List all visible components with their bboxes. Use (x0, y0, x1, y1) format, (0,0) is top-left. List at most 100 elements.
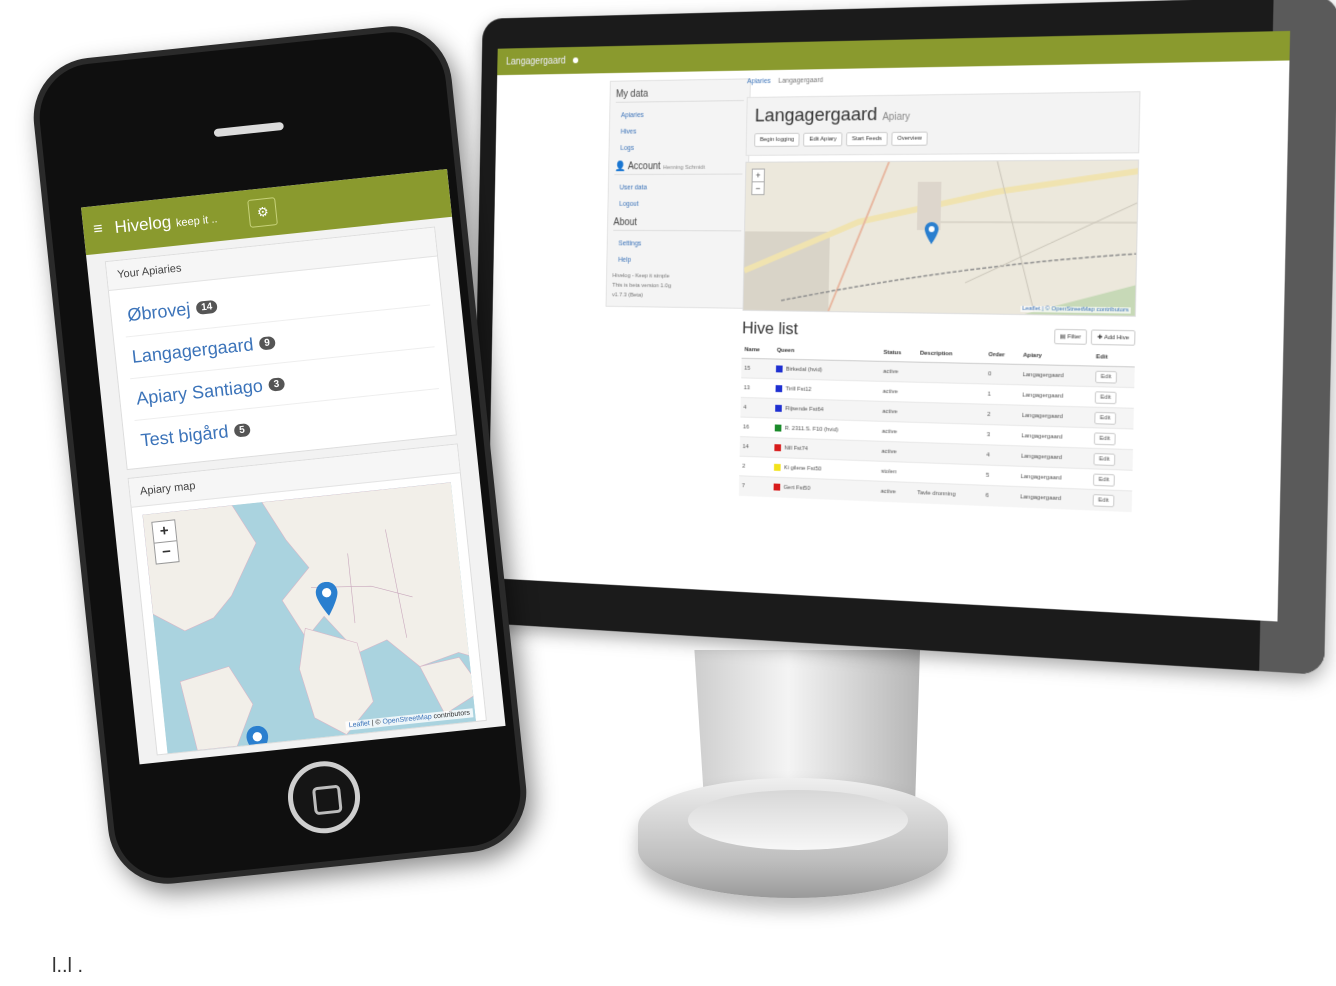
map-marker-icon[interactable] (315, 581, 340, 617)
sidebar-section-my-data: My data (616, 87, 744, 103)
edit-apiary-button[interactable]: Edit Apiary (803, 132, 842, 146)
sidebar-note: This is beta version 1.0g (612, 283, 740, 290)
table-cell-order: 6 (982, 486, 1017, 507)
table-cell-apiary: Langagergaard (1017, 487, 1090, 510)
map-zoom-out-button[interactable]: − (752, 182, 763, 194)
apiary-name: Øbrovej (127, 299, 192, 326)
edit-hive-button[interactable]: Edit (1093, 494, 1114, 507)
monitor-stand-base-top (688, 790, 908, 850)
world-map[interactable]: + − Leaflet | © OpenStreetMap contributo… (142, 482, 475, 753)
table-cell-description (916, 362, 985, 384)
hive-count-badge: 3 (268, 377, 285, 392)
hive-table-body: 15 Birkedal (hvid) active 0 Langagergaard Edi… (739, 358, 1135, 511)
map-marker-icon[interactable] (245, 725, 270, 754)
sidebar-account-label: Account (628, 161, 661, 172)
table-cell-name: 7 (739, 476, 772, 496)
apiary-map-tiles (743, 161, 1139, 316)
column-header[interactable]: Apiary (1020, 348, 1093, 366)
queen-name: Ki gilene Fst50 (784, 466, 822, 473)
table-cell-order: 2 (984, 404, 1019, 425)
queen-name: Flijsende Fst64 (785, 406, 824, 413)
edit-hive-button[interactable]: Edit (1094, 432, 1115, 445)
queen-color-swatch (776, 385, 783, 392)
table-cell-edit: Edit (1091, 449, 1133, 471)
queen-name: Tirill Fst12 (785, 387, 811, 394)
desktop-monitor: Langagergaard My data Apiaries Hives Log… (470, 0, 1336, 740)
sidebar-note: Hivelog - Keep it simple (612, 273, 740, 280)
attribution-leaflet-link[interactable]: Leaflet (349, 720, 371, 729)
table-cell-status: active (879, 401, 916, 422)
sidebar-link-logout[interactable]: Logout (619, 201, 736, 208)
phone-home-button[interactable] (284, 758, 363, 837)
brand-tagline: keep it .. (175, 213, 218, 229)
table-cell-name: 16 (740, 417, 773, 438)
apiary-list: Øbrovej 14 Langagergaard 9 Apiary Santia… (109, 256, 456, 469)
desktop-main: Apiaries Langagergaard Langagergaard Api… (739, 72, 1141, 512)
apiary-map[interactable]: + − Leaflet | © OpenStreetMap contributo… (743, 160, 1140, 317)
apiaries-card: Your Apiaries Øbrovej 14 Langagergaard 9… (105, 227, 457, 471)
desktop-gear-icon[interactable] (573, 57, 578, 63)
table-cell-status: active (880, 361, 917, 382)
edit-hive-button[interactable]: Edit (1096, 370, 1117, 383)
map-marker-icon[interactable] (924, 222, 938, 244)
desktop-sidebar: My data Apiaries Hives Logs 👤 Account He… (606, 78, 751, 309)
sidebar-link-help[interactable]: Help (618, 257, 735, 265)
mobile-brand[interactable]: Hivelog keep it .. (114, 207, 219, 238)
apiary-name: Apiary Santiago (135, 375, 264, 409)
start-feeds-button[interactable]: Start Feeds (846, 132, 888, 146)
edit-hive-button[interactable]: Edit (1094, 453, 1115, 466)
sidebar-link-hives[interactable]: Hives (621, 128, 738, 136)
queen-color-swatch (774, 464, 781, 471)
table-cell-edit: Edit (1092, 366, 1134, 388)
column-header[interactable]: Description (917, 346, 986, 364)
edit-hive-button[interactable]: Edit (1095, 391, 1116, 404)
overview-button[interactable]: Overview (891, 132, 927, 146)
column-header: Edit (1093, 349, 1135, 367)
map-zoom-in-button[interactable]: + (152, 520, 176, 543)
column-header[interactable]: Status (880, 345, 917, 362)
apiary-header: Langagergaard Apiary Begin logging Edit … (746, 91, 1141, 156)
begin-logging-button[interactable]: Begin logging (754, 133, 800, 147)
queen-color-swatch (776, 365, 783, 372)
map-zoom-control: + − (151, 519, 179, 564)
monitor-bezel: Langagergaard My data Apiaries Hives Log… (471, 0, 1336, 675)
sidebar-link-apiaries[interactable]: Apiaries (621, 111, 738, 119)
table-cell-apiary: Langagergaard (1018, 405, 1091, 428)
table-cell-description (915, 443, 984, 466)
sidebar-link-logs[interactable]: Logs (620, 144, 737, 152)
filter-icon: ▤ (1060, 334, 1068, 340)
table-cell-queen: Birkedal (hvid) (773, 359, 880, 381)
hamburger-menu-icon[interactable]: ≡ (93, 220, 104, 239)
column-header[interactable]: Order (985, 347, 1020, 364)
sidebar-link-settings[interactable]: Settings (618, 240, 735, 247)
map-zoom-out-button[interactable]: − (155, 541, 179, 563)
edit-hive-button[interactable]: Edit (1093, 473, 1114, 486)
filter-button[interactable]: ▤ Filter (1054, 329, 1088, 345)
table-cell-status: stolen (878, 462, 915, 483)
phone-speaker (214, 122, 284, 137)
map-zoom-in-button[interactable]: + (753, 170, 764, 183)
apiary-map-card: Apiary map + − Leaflet | © OpenStreetMap… (128, 443, 487, 755)
add-hive-button-label: Add Hive (1104, 335, 1129, 342)
table-cell-name: 15 (741, 358, 774, 378)
breadcrumb-root[interactable]: Apiaries (747, 78, 771, 85)
table-cell-edit: Edit (1090, 490, 1132, 512)
table-cell-order: 4 (983, 445, 1018, 467)
map-zoom-control: + − (751, 169, 765, 196)
queen-name: Birkedal (hvid) (786, 367, 822, 374)
table-cell-status: active (880, 381, 917, 402)
table-cell-description (915, 423, 984, 445)
queen-color-swatch (775, 425, 782, 432)
edit-hive-button[interactable]: Edit (1095, 412, 1116, 425)
desktop-app-label[interactable]: Langagergaard (506, 55, 566, 67)
breadcrumb-current: Langagergaard (778, 77, 823, 85)
add-hive-button[interactable]: ✚ Add Hive (1091, 329, 1135, 345)
gear-icon[interactable]: ⚙ (248, 197, 279, 228)
filter-button-label: Filter (1067, 334, 1081, 340)
column-header[interactable]: Name (742, 342, 775, 359)
queen-color-swatch (774, 484, 781, 491)
apiary-name: Langagergaard (131, 334, 255, 368)
table-cell-description: Tavle dronning (914, 483, 983, 505)
page-title: Langagergaard Apiary (755, 101, 1131, 128)
sidebar-link-user-data[interactable]: User data (619, 184, 736, 191)
